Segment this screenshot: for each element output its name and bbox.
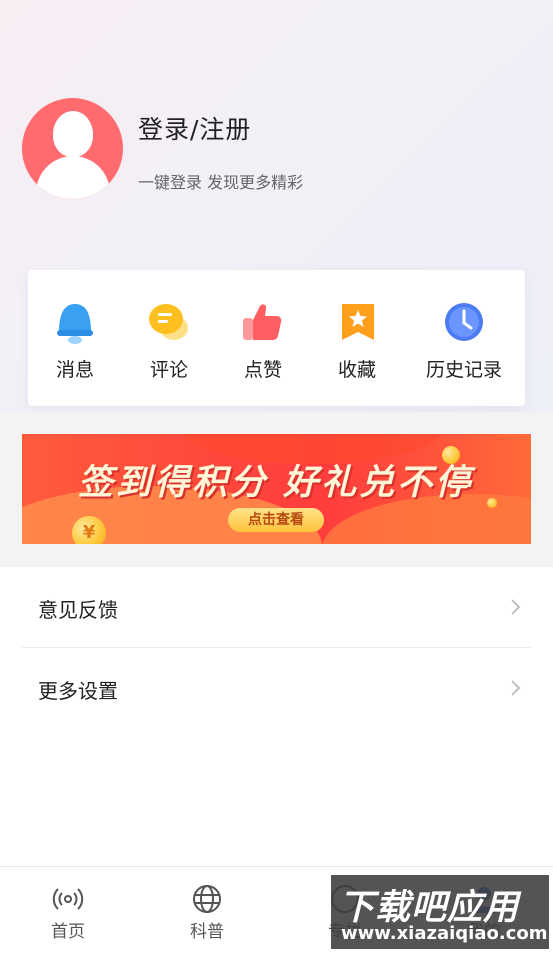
quick-action-likes[interactable]: 点赞 xyxy=(216,270,310,406)
coin-icon: ¥ xyxy=(72,516,106,544)
coin-icon xyxy=(487,498,497,508)
radio-icon xyxy=(52,888,84,910)
chevron-right-icon xyxy=(511,599,521,615)
avatar[interactable] xyxy=(22,98,123,199)
login-register-title[interactable]: 登录/注册 xyxy=(138,110,251,146)
globe-icon xyxy=(193,885,221,913)
thumbs-up-icon xyxy=(243,304,282,340)
tab-home[interactable]: 首页 xyxy=(8,867,128,953)
avatar-head xyxy=(53,111,93,157)
clock-icon xyxy=(445,303,483,341)
bookmark-icon xyxy=(342,304,374,340)
quick-actions-card: 消息 评论 点赞 收藏 历史记录 xyxy=(28,270,525,406)
quick-action-comments[interactable]: 评论 xyxy=(122,270,216,406)
watermark-url: www.xiazaiqiao.com xyxy=(341,923,548,944)
banner-view-button[interactable]: 点击查看 xyxy=(228,508,324,532)
login-subtitle: 一键登录 发现更多精彩 xyxy=(138,173,304,192)
tab-science[interactable]: 科普 xyxy=(147,867,267,953)
menu-item-more-settings[interactable]: 更多设置 xyxy=(22,648,531,728)
checkin-banner[interactable]: ¥ 签到得积分 好礼兑不停 点击查看 xyxy=(22,434,531,544)
quick-action-messages[interactable]: 消息 xyxy=(28,270,122,406)
watermark-overlay: 下载吧应用 www.xiazaiqiao.com xyxy=(331,875,549,949)
profile-section[interactable]: 登录/注册 一键登录 发现更多精彩 xyxy=(22,98,522,200)
tab-label: 科普 xyxy=(190,922,224,942)
tab-label: 首页 xyxy=(51,922,85,942)
bell-icon xyxy=(57,304,93,344)
quick-action-favorites[interactable]: 收藏 xyxy=(310,270,404,406)
quick-action-history[interactable]: 历史记录 xyxy=(404,270,525,406)
coin-symbol: ¥ xyxy=(82,522,96,543)
avatar-body xyxy=(36,156,110,199)
chevron-right-icon xyxy=(511,680,521,696)
menu-item-label: 更多设置 xyxy=(38,679,118,703)
menu-item-label: 意见反馈 xyxy=(38,598,118,622)
menu-item-feedback[interactable]: 意见反馈 xyxy=(22,567,531,647)
comment-icon xyxy=(149,304,188,340)
quick-action-label: 收藏 xyxy=(337,359,376,381)
banner-headline: 签到得积分 好礼兑不停 xyxy=(78,463,474,503)
quick-action-label: 历史记录 xyxy=(425,359,502,381)
